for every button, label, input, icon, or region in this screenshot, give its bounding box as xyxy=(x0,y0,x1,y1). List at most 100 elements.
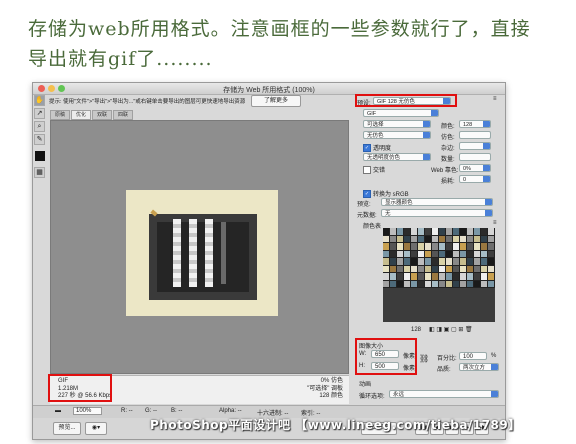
toggle-slices-icon[interactable]: ▦ xyxy=(34,167,45,178)
color-swatch[interactable] xyxy=(404,250,411,258)
color-swatch[interactable] xyxy=(411,228,418,236)
color-swatch[interactable] xyxy=(474,258,481,266)
color-swatch[interactable] xyxy=(383,258,390,266)
color-swatch[interactable] xyxy=(488,235,495,243)
color-swatch[interactable] xyxy=(467,265,474,273)
color-swatch[interactable] xyxy=(481,243,488,251)
color-swatch[interactable] xyxy=(446,243,453,251)
color-swatch[interactable] xyxy=(453,273,460,281)
color-swatch[interactable] xyxy=(481,265,488,273)
height-input[interactable]: 500 xyxy=(371,362,399,370)
color-swatch[interactable] xyxy=(390,258,397,266)
dither-select[interactable]: 无仿色 xyxy=(363,131,431,139)
color-swatch[interactable] xyxy=(460,243,467,251)
color-swatch[interactable] xyxy=(439,250,446,258)
zoom-minus-button[interactable]: ▬ xyxy=(55,408,61,414)
color-swatch[interactable] xyxy=(411,273,418,281)
color-swatch[interactable] xyxy=(383,228,390,236)
color-swatch[interactable] xyxy=(467,258,474,266)
color-swatch[interactable] xyxy=(425,273,432,281)
color-swatch[interactable] xyxy=(390,228,397,236)
eyedropper-color-swatch[interactable] xyxy=(35,151,45,161)
reduction-select[interactable]: 可选择 xyxy=(363,120,431,128)
tab-original[interactable]: 原稿 xyxy=(50,110,71,120)
color-swatch[interactable] xyxy=(439,243,446,251)
color-swatch[interactable] xyxy=(432,273,439,281)
color-table-menu-icon[interactable]: ≡ xyxy=(493,220,497,226)
color-swatch[interactable] xyxy=(474,235,481,243)
color-swatch[interactable] xyxy=(446,258,453,266)
color-swatch[interactable] xyxy=(488,258,495,266)
color-swatch[interactable] xyxy=(460,273,467,281)
width-input[interactable]: 650 xyxy=(371,350,399,358)
preview-canvas[interactable] xyxy=(50,120,349,374)
color-swatch[interactable] xyxy=(432,265,439,273)
tab-4-up[interactable]: 四联 xyxy=(113,110,134,120)
color-swatch[interactable] xyxy=(481,250,488,258)
color-swatch[interactable] xyxy=(425,280,432,288)
color-swatch[interactable] xyxy=(460,250,467,258)
color-swatch[interactable] xyxy=(418,280,425,288)
color-swatch[interactable] xyxy=(446,228,453,236)
dither-amount-field[interactable] xyxy=(459,131,491,139)
color-table-grid[interactable] xyxy=(383,228,495,288)
color-swatch[interactable] xyxy=(453,258,460,266)
color-swatch[interactable] xyxy=(404,273,411,281)
color-swatch[interactable] xyxy=(488,250,495,258)
color-swatch[interactable] xyxy=(390,265,397,273)
color-swatch[interactable] xyxy=(397,280,404,288)
color-swatch[interactable] xyxy=(481,273,488,281)
color-swatch[interactable] xyxy=(411,258,418,266)
color-swatch[interactable] xyxy=(418,273,425,281)
color-swatch[interactable] xyxy=(467,228,474,236)
color-swatch[interactable] xyxy=(474,265,481,273)
color-swatch[interactable] xyxy=(432,250,439,258)
color-swatch[interactable] xyxy=(439,258,446,266)
color-swatch[interactable] xyxy=(397,265,404,273)
interlaced-option[interactable]: 交错 xyxy=(363,165,385,175)
preset-select[interactable]: GIF 128 无仿色 xyxy=(373,97,451,105)
transparency-checkbox[interactable]: ✓ xyxy=(363,144,371,153)
color-swatch[interactable] xyxy=(404,235,411,243)
color-swatch[interactable] xyxy=(481,235,488,243)
color-swatch[interactable] xyxy=(474,228,481,236)
color-swatch[interactable] xyxy=(390,273,397,281)
colors-select[interactable]: 128 xyxy=(459,120,491,128)
color-swatch[interactable] xyxy=(383,280,390,288)
color-swatch[interactable] xyxy=(453,243,460,251)
color-swatch[interactable] xyxy=(481,228,488,236)
color-swatch[interactable] xyxy=(425,243,432,251)
color-swatch[interactable] xyxy=(467,235,474,243)
color-swatch[interactable] xyxy=(425,250,432,258)
color-table-toolbar-icons[interactable]: ◧ ◨ ▣ ▢ ⊞ 🗑 xyxy=(429,326,473,333)
srgb-option[interactable]: ✓ 转换为 sRGB xyxy=(363,189,409,199)
color-swatch[interactable] xyxy=(460,265,467,273)
color-swatch[interactable] xyxy=(439,265,446,273)
color-swatch[interactable] xyxy=(467,250,474,258)
color-swatch[interactable] xyxy=(383,243,390,251)
color-swatch[interactable] xyxy=(397,258,404,266)
color-swatch[interactable] xyxy=(425,228,432,236)
color-swatch[interactable] xyxy=(467,280,474,288)
color-swatch[interactable] xyxy=(460,280,467,288)
color-swatch[interactable] xyxy=(432,235,439,243)
color-swatch[interactable] xyxy=(418,243,425,251)
transparency-option[interactable]: ✓ 透明度 xyxy=(363,143,391,153)
color-swatch[interactable] xyxy=(397,250,404,258)
color-swatch[interactable] xyxy=(453,280,460,288)
color-swatch[interactable] xyxy=(411,250,418,258)
color-swatch[interactable] xyxy=(390,250,397,258)
color-swatch[interactable] xyxy=(446,265,453,273)
matte-select[interactable] xyxy=(459,142,491,150)
metadata-select[interactable]: 无 xyxy=(381,209,493,217)
zoom-level-select[interactable]: 100% xyxy=(73,407,103,415)
color-swatch[interactable] xyxy=(474,250,481,258)
color-swatch[interactable] xyxy=(425,258,432,266)
srgb-checkbox[interactable]: ✓ xyxy=(363,190,371,199)
interlaced-checkbox[interactable] xyxy=(363,166,371,175)
color-swatch[interactable] xyxy=(481,258,488,266)
color-swatch[interactable] xyxy=(390,280,397,288)
color-swatch[interactable] xyxy=(397,273,404,281)
color-swatch[interactable] xyxy=(474,280,481,288)
preview-select[interactable]: 显示器颜色 xyxy=(381,198,493,206)
